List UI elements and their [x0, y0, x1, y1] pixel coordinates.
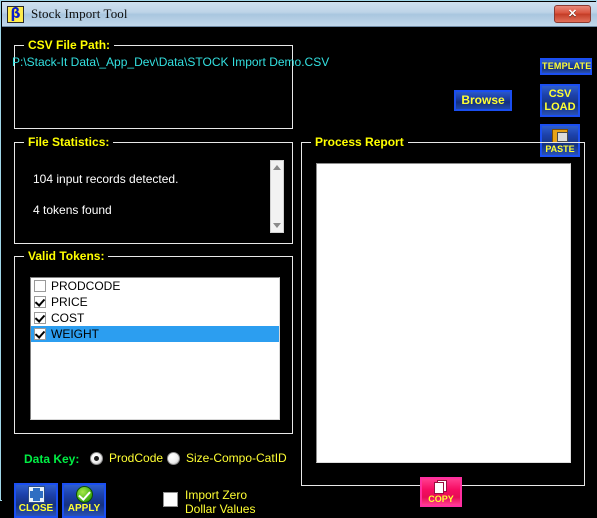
exit-door-icon — [27, 486, 45, 503]
process-report-group: Process Report — [301, 135, 585, 486]
title-bar: β Stock Import Tool ✕ — [2, 2, 597, 27]
file-statistics-panel: 104 input records detected. 4 tokens fou… — [27, 160, 282, 233]
browse-button[interactable]: Browse — [454, 90, 512, 111]
green-check-icon — [75, 486, 93, 503]
import-zero-dollar-values-option[interactable]: Import Zero Dollar Values — [163, 488, 255, 516]
app-icon-glyph: β — [10, 5, 21, 22]
statistics-line: 4 tokens found — [33, 203, 112, 217]
valid-tokens-group: Valid Tokens: PRODCODE PRICE COST WEIGHT — [14, 249, 293, 434]
token-label: PRICE — [51, 295, 88, 309]
data-key-label: Data Key: — [24, 452, 80, 466]
close-button-label: CLOSE — [18, 503, 54, 514]
window-title: Stock Import Tool — [31, 6, 128, 21]
stock-import-tool-window: β Stock Import Tool ✕ CSV File Path: P:\… — [0, 0, 597, 518]
list-item[interactable]: WEIGHT — [31, 326, 279, 342]
radio-size-compo-catid-label: Size-Compo-CatID — [186, 451, 287, 465]
copy-pages-icon — [433, 480, 449, 494]
radio-prodcode-label: ProdCode — [109, 451, 164, 465]
csv-load-button[interactable]: CSV LOAD — [540, 84, 580, 117]
radio-size-compo-catid[interactable]: Size-Compo-CatID — [167, 451, 287, 465]
statistics-line: 104 input records detected. — [33, 172, 179, 186]
process-report-textarea[interactable] — [316, 163, 571, 463]
import-zero-checkbox-icon[interactable] — [163, 492, 178, 507]
valid-tokens-list[interactable]: PRODCODE PRICE COST WEIGHT — [30, 277, 280, 420]
csv-file-path-value: P:\Stack-It Data\_App_Dev\Data\STOCK Imp… — [12, 55, 330, 69]
apply-button-label: APPLY — [67, 503, 101, 514]
csv-load-line-1: CSV — [548, 88, 572, 100]
client-area: CSV File Path: P:\Stack-It Data\_App_Dev… — [2, 27, 597, 518]
import-zero-label: Import Zero Dollar Values — [185, 488, 256, 516]
app-icon: β — [7, 5, 24, 23]
token-checkbox-icon[interactable] — [34, 280, 46, 292]
file-statistics-label: File Statistics: — [24, 135, 114, 149]
copy-button[interactable]: COPY — [420, 477, 462, 507]
close-window-button[interactable]: ✕ — [554, 5, 591, 23]
token-label: WEIGHT — [51, 327, 99, 341]
scroll-up-arrow-icon[interactable] — [273, 165, 281, 170]
token-checkbox-icon[interactable] — [34, 328, 46, 340]
radio-prodcode[interactable]: ProdCode — [90, 451, 163, 465]
list-item[interactable]: PRICE — [31, 294, 279, 310]
copy-button-label: COPY — [428, 494, 454, 504]
scroll-down-arrow-icon[interactable] — [273, 223, 281, 228]
list-item[interactable]: COST — [31, 310, 279, 326]
file-statistics-group: File Statistics: 104 input records detec… — [14, 135, 293, 244]
list-item[interactable]: PRODCODE — [31, 278, 279, 294]
token-checkbox-icon[interactable] — [34, 296, 46, 308]
template-button[interactable]: TEMPLATE — [540, 58, 592, 75]
token-checkbox-icon[interactable] — [34, 312, 46, 324]
radio-unselected-icon[interactable] — [167, 451, 180, 465]
csv-load-line-2: LOAD — [544, 101, 576, 113]
radio-selected-icon[interactable] — [90, 451, 103, 465]
token-label: PRODCODE — [51, 279, 121, 293]
statistics-scrollbar[interactable] — [270, 160, 284, 233]
valid-tokens-label: Valid Tokens: — [24, 249, 109, 263]
token-label: COST — [51, 311, 85, 325]
csv-file-path-label: CSV File Path: — [24, 38, 115, 52]
process-report-label: Process Report — [311, 135, 408, 149]
